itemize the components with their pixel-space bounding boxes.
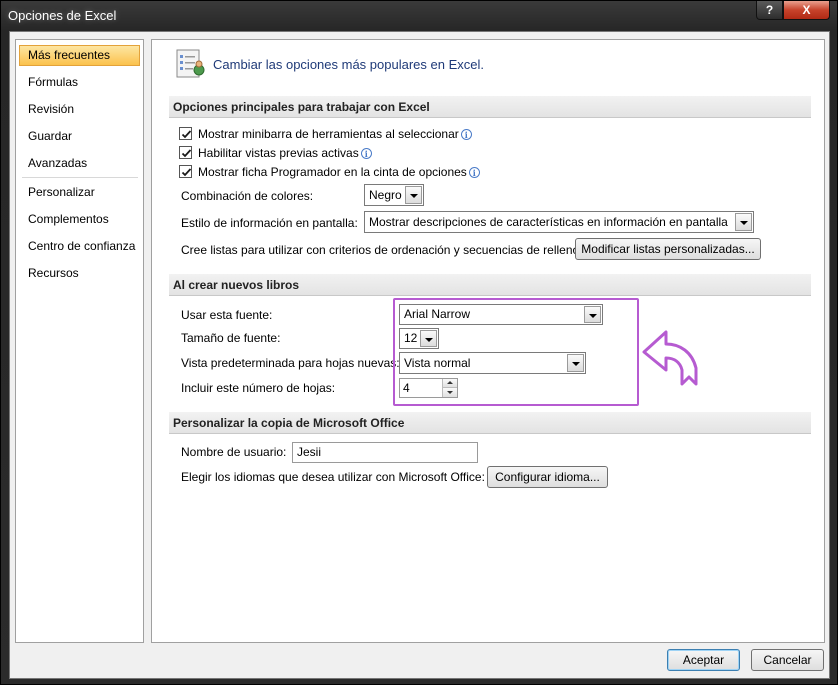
configure-language-button[interactable]: Configurar idioma...: [487, 466, 608, 488]
sidebar-item-guardar[interactable]: Guardar: [19, 126, 140, 147]
chevron-down-icon[interactable]: [405, 186, 422, 204]
preview-label: Habilitar vistas previas activas: [198, 146, 359, 160]
help-button[interactable]: ?: [756, 1, 783, 20]
chevron-down-icon[interactable]: [735, 213, 752, 231]
edit-custom-lists-button[interactable]: Modificar listas personalizadas...: [575, 238, 761, 260]
sidebar-item-recursos[interactable]: Recursos: [19, 263, 140, 284]
sidebar-item-avanzadas[interactable]: Avanzadas: [19, 153, 140, 174]
default-view-label: Vista predeterminada para hojas nuevas:: [181, 356, 400, 370]
sidebar-divider: [22, 177, 138, 178]
info-icon: i: [360, 148, 372, 159]
minibar-label: Mostrar minibarra de herramientas al sel…: [198, 127, 459, 141]
window-title: Opciones de Excel: [8, 8, 117, 23]
sidebar-item-personalizar[interactable]: Personalizar: [19, 182, 140, 203]
highlight-frame: [393, 298, 639, 406]
developer-option[interactable]: Mostrar ficha Programador en la cinta de…: [179, 165, 480, 179]
options-panel: Cambiar las opciones más populares en Ex…: [151, 39, 825, 643]
section-header-personalize: Personalizar la copia de Microsoft Offic…: [169, 412, 811, 434]
info-icon: i: [468, 167, 480, 178]
title-bar[interactable]: Opciones de Excel ? X: [1, 1, 837, 31]
tooltip-style-select[interactable]: Mostrar descripciones de características…: [364, 211, 754, 233]
sidebar-item-mas-frecuentes[interactable]: Más frecuentes: [19, 45, 140, 66]
sheets-count-label: Incluir este número de hojas:: [181, 381, 336, 395]
sidebar-item-complementos[interactable]: Complementos: [19, 209, 140, 230]
font-label: Usar esta fuente:: [181, 308, 273, 322]
font-size-label: Tamaño de fuente:: [181, 331, 281, 345]
cancel-button[interactable]: Cancelar: [751, 649, 824, 671]
color-scheme-label: Combinación de colores:: [181, 189, 314, 203]
tooltip-style-label: Estilo de información en pantalla:: [181, 216, 358, 230]
section-header-principal: Opciones principales para trabajar con E…: [169, 96, 811, 118]
color-scheme-value: Negro: [369, 188, 402, 202]
dialog-body: Más frecuentes Fórmulas Revisión Guardar…: [9, 31, 830, 679]
close-button[interactable]: X: [783, 1, 830, 20]
sidebar-item-revision[interactable]: Revisión: [19, 99, 140, 120]
page-title: Cambiar las opciones más populares en Ex…: [213, 57, 484, 72]
options-settings-icon: [174, 47, 208, 84]
username-input[interactable]: Jesii: [292, 442, 478, 463]
languages-label: Elegir los idiomas que desea utilizar co…: [181, 470, 485, 484]
custom-lists-label: Cree listas para utilizar con criterios …: [181, 243, 583, 257]
sidebar: Más frecuentes Fórmulas Revisión Guardar…: [15, 39, 144, 643]
username-label: Nombre de usuario:: [181, 445, 287, 459]
accept-button[interactable]: Aceptar: [667, 649, 740, 671]
excel-options-dialog: Opciones de Excel ? X Más frecuentes Fór…: [0, 0, 838, 685]
sidebar-item-centro-de-confianza[interactable]: Centro de confianza: [19, 236, 140, 257]
section-header-new-books: Al crear nuevos libros: [169, 274, 811, 296]
minibar-checkbox[interactable]: [179, 127, 192, 140]
color-scheme-select[interactable]: Negro: [364, 184, 424, 206]
info-icon: i: [460, 129, 472, 140]
developer-checkbox[interactable]: [179, 165, 192, 178]
preview-checkbox[interactable]: [179, 146, 192, 159]
preview-option[interactable]: Habilitar vistas previas activas i: [179, 146, 372, 160]
pointer-arrow-icon: [640, 326, 702, 393]
title-buttons: ? X: [756, 1, 830, 20]
developer-label: Mostrar ficha Programador en la cinta de…: [198, 165, 467, 179]
minibar-option[interactable]: Mostrar minibarra de herramientas al sel…: [179, 127, 472, 141]
tooltip-style-value: Mostrar descripciones de características…: [369, 215, 728, 229]
sidebar-item-formulas[interactable]: Fórmulas: [19, 72, 140, 93]
